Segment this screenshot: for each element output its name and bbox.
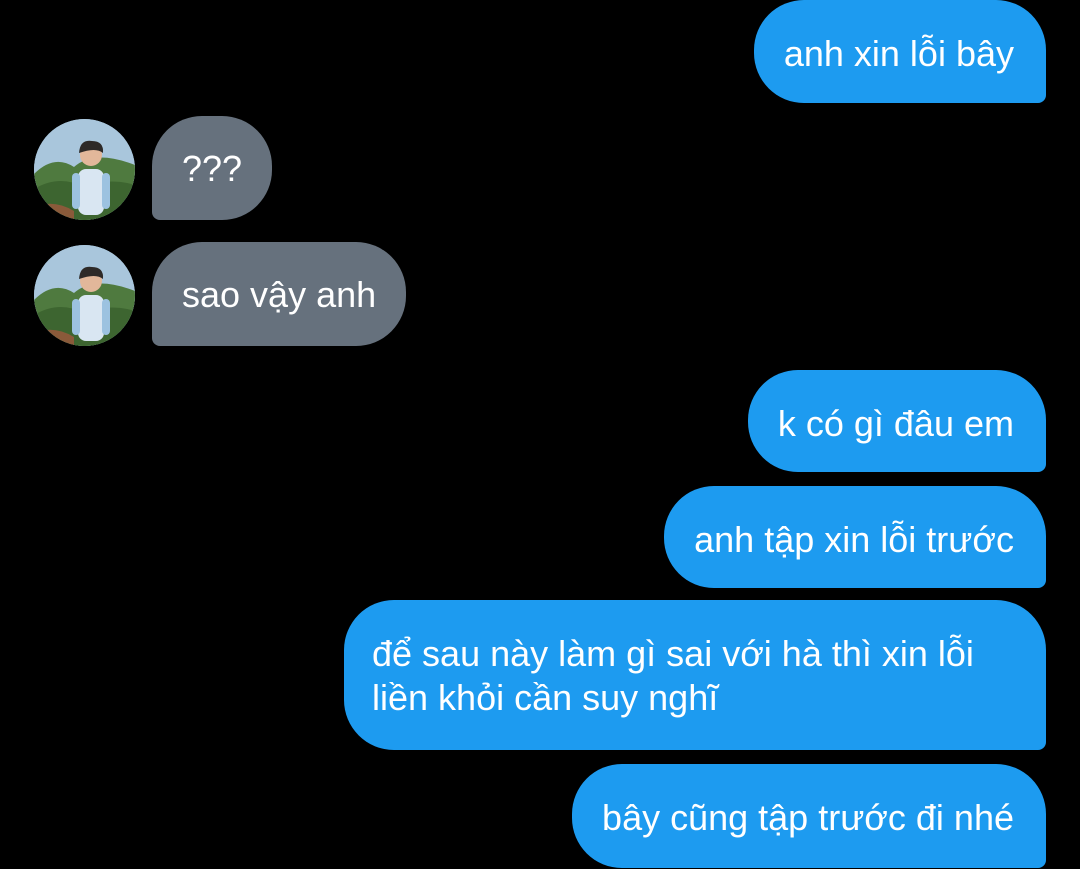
message-text: sao vậy anh	[182, 274, 377, 315]
message-bubble-received[interactable]: sao vậy anh	[152, 242, 407, 346]
message-bubble-sent[interactable]: bây cũng tập trước đi nhé	[572, 764, 1046, 868]
message-text: k có gì đâu em	[777, 403, 1014, 444]
avatar-photo-icon	[34, 119, 135, 220]
message-text: anh tập xin lỗi trước	[694, 519, 1014, 560]
message-bubble-sent[interactable]: anh tập xin lỗi trước	[664, 486, 1046, 588]
message-text: để sau này làm gì sai với hà thì xin lỗi…	[372, 633, 974, 718]
message-bubble-sent[interactable]: anh xin lỗi bây	[753, 0, 1046, 103]
message-bubble-sent[interactable]: để sau này làm gì sai với hà thì xin lỗi…	[344, 600, 1046, 750]
contact-avatar[interactable]	[34, 119, 135, 220]
contact-avatar[interactable]	[34, 245, 135, 346]
message-text: bây cũng tập trước đi nhé	[602, 797, 1014, 838]
message-bubble-sent[interactable]: k có gì đâu em	[747, 370, 1046, 472]
avatar-photo-icon	[34, 245, 135, 346]
message-text: ???	[182, 148, 243, 189]
message-text: anh xin lỗi bây	[783, 33, 1014, 74]
message-bubble-received[interactable]: ???	[152, 116, 273, 220]
